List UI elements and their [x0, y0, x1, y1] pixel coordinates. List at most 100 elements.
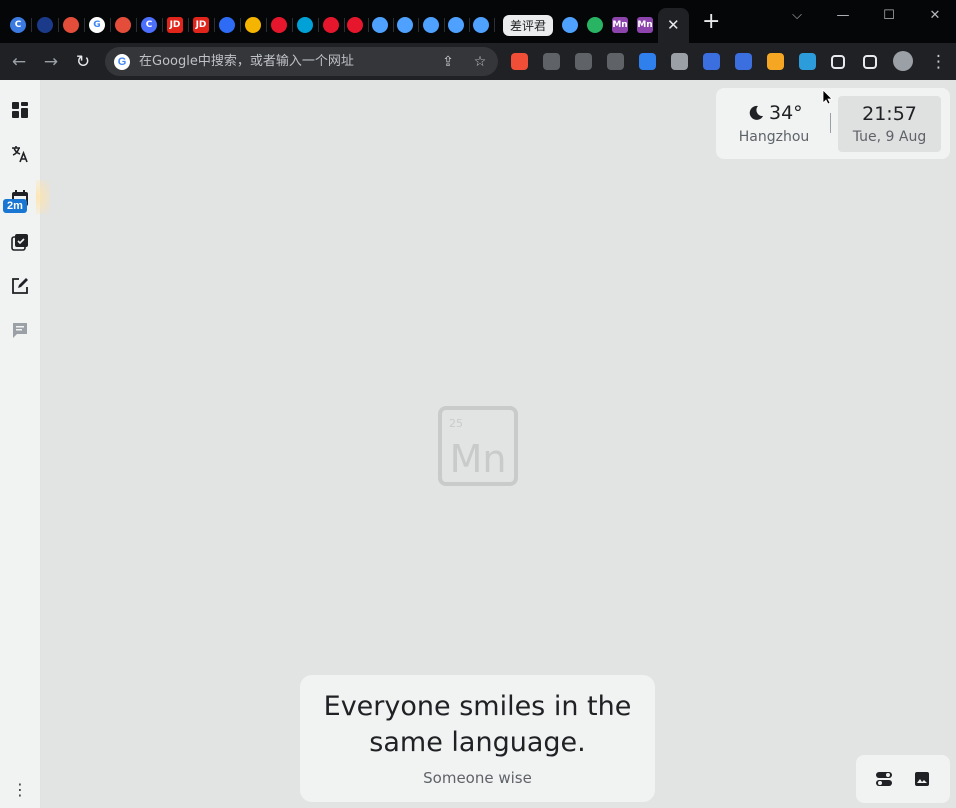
- background-image-icon[interactable]: [912, 769, 932, 789]
- tab-circle-dark-icon[interactable]: [37, 17, 53, 33]
- tab-robot-icon[interactable]: [423, 17, 439, 33]
- new-tab-button[interactable]: +: [702, 11, 720, 33]
- badge-glow: [36, 180, 50, 214]
- ext-orange-icon[interactable]: [767, 53, 784, 70]
- tab-favicon-label: C: [14, 19, 22, 30]
- tab-separator: [84, 18, 85, 32]
- ext-glasses-icon[interactable]: [575, 53, 592, 70]
- tab-shop-icon[interactable]: [63, 17, 79, 33]
- tab-favicon-label: JD: [169, 19, 181, 30]
- sidebar: 2m ⋮: [0, 80, 50, 808]
- tab-robot-icon[interactable]: [562, 17, 578, 33]
- browser-menu-icon[interactable]: ⋮: [930, 51, 947, 73]
- logo-symbol: Mn: [449, 437, 507, 481]
- share-icon[interactable]: ⇪: [439, 53, 457, 71]
- active-tab[interactable]: ✕: [658, 8, 689, 43]
- mouse-cursor-icon: [822, 89, 833, 105]
- reload-button[interactable]: ↻: [72, 51, 94, 73]
- tab-chaping[interactable]: 差评君: [503, 15, 553, 36]
- tab-refresh-green-icon[interactable]: [587, 17, 603, 33]
- tab-jd-icon[interactable]: JD: [167, 17, 183, 33]
- sidebar-more-icon[interactable]: ⋮: [12, 780, 28, 799]
- tab-separator: [136, 18, 137, 32]
- tab-circle-c-icon[interactable]: C: [10, 17, 26, 33]
- tab-jd-icon[interactable]: JD: [193, 17, 209, 33]
- translate-icon[interactable]: [10, 144, 30, 164]
- ext-docs-icon[interactable]: [735, 53, 752, 70]
- clock-time: 21:57: [862, 103, 917, 125]
- tab-separator: [469, 18, 470, 32]
- tab-separator: [418, 18, 419, 32]
- profile-avatar-icon[interactable]: [893, 51, 913, 71]
- minimize-button[interactable]: —: [833, 8, 853, 24]
- settings-toggle-icon[interactable]: [874, 769, 894, 789]
- tab-square-yellow-icon[interactable]: [245, 17, 261, 33]
- ext-b-icon[interactable]: [639, 53, 656, 70]
- tab-bilibili-icon[interactable]: [297, 17, 313, 33]
- tab-separator: [214, 18, 215, 32]
- logo-atomic-number: 25: [449, 417, 463, 430]
- tab-robot-icon[interactable]: [448, 17, 464, 33]
- quote-author: Someone wise: [423, 769, 532, 787]
- close-tab-icon[interactable]: ✕: [667, 16, 680, 34]
- tab-separator: [393, 18, 394, 32]
- tab-mn-icon[interactable]: Mn: [637, 17, 653, 33]
- tab-weibo-icon[interactable]: [271, 17, 287, 33]
- extensions-puzzle-icon[interactable]: [831, 55, 845, 69]
- back-button[interactable]: ←: [8, 51, 30, 73]
- tab-robot-icon[interactable]: [372, 17, 388, 33]
- tab-favicon-label: G: [93, 19, 101, 30]
- clock-section[interactable]: 21:57 Tue, 9 Aug: [838, 96, 941, 152]
- note-edit-icon[interactable]: [10, 276, 30, 296]
- side-panel-icon[interactable]: [863, 55, 877, 69]
- tab-separator: [110, 18, 111, 32]
- address-bar[interactable]: G ⇪ ☆: [105, 47, 498, 76]
- ext-flower-icon[interactable]: [543, 53, 560, 70]
- tasks-icon[interactable]: [10, 232, 30, 252]
- tab-robot-icon[interactable]: [473, 17, 489, 33]
- tab-separator: [318, 18, 319, 32]
- reminder-badge: 2m: [3, 199, 27, 213]
- bookmark-star-icon[interactable]: ☆: [471, 53, 489, 71]
- ext-calendar-icon[interactable]: [703, 53, 720, 70]
- tab-shop-icon[interactable]: [115, 17, 131, 33]
- tab-search-icon[interactable]: ⌵: [787, 8, 807, 24]
- ext-shield-icon[interactable]: [671, 53, 688, 70]
- tab-google-icon[interactable]: G: [89, 17, 105, 33]
- tab-separator: [444, 18, 445, 32]
- ext-cloud-icon[interactable]: [607, 53, 624, 70]
- bottom-controls: [856, 755, 950, 803]
- ext-red-icon[interactable]: [511, 53, 528, 70]
- weather-section[interactable]: 34° Hangzhou: [724, 96, 824, 152]
- tab-strip: C G C JD JD 差评君 Mn Mn ✕ + ⌵ — ☐ ✕: [0, 0, 956, 43]
- tab-separator: [31, 18, 32, 32]
- forward-button[interactable]: →: [40, 51, 62, 73]
- tab-robot-icon[interactable]: [397, 17, 413, 33]
- chat-icon[interactable]: [10, 320, 30, 340]
- tab-circle-blue-icon[interactable]: [219, 17, 235, 33]
- tab-separator: [368, 18, 369, 32]
- browser-toolbar: ← → ↻ G ⇪ ☆ ⋮: [0, 43, 956, 80]
- tab-separator: [266, 18, 267, 32]
- tab-favicon-label: JD: [195, 19, 207, 30]
- tab-mn-icon[interactable]: Mn: [612, 17, 628, 33]
- moon-cloud-icon: [749, 105, 763, 120]
- close-window-button[interactable]: ✕: [925, 8, 945, 24]
- tab-favicon-label: C: [145, 19, 153, 30]
- address-input[interactable]: [139, 53, 429, 70]
- city-name: Hangzhou: [738, 129, 810, 145]
- tab-favicon-label: Mn: [612, 19, 628, 30]
- tab-label: 差评君: [509, 19, 546, 33]
- quote-text: Everyone smiles in the same language.: [323, 691, 632, 758]
- maximize-button[interactable]: ☐: [879, 8, 899, 24]
- ext-diamond-icon[interactable]: [799, 53, 816, 70]
- tab-circle-c-icon[interactable]: C: [141, 17, 157, 33]
- dashboard-icon[interactable]: [10, 100, 30, 120]
- tab-separator: [292, 18, 293, 32]
- tab-weibo-icon[interactable]: [347, 17, 363, 33]
- tab-separator: [240, 18, 241, 32]
- tab-separator: [344, 18, 345, 32]
- tab-weibo-icon[interactable]: [323, 17, 339, 33]
- quote-card[interactable]: Everyone smiles in the same language. So…: [300, 675, 655, 802]
- clock-date: Tue, 9 Aug: [852, 129, 927, 145]
